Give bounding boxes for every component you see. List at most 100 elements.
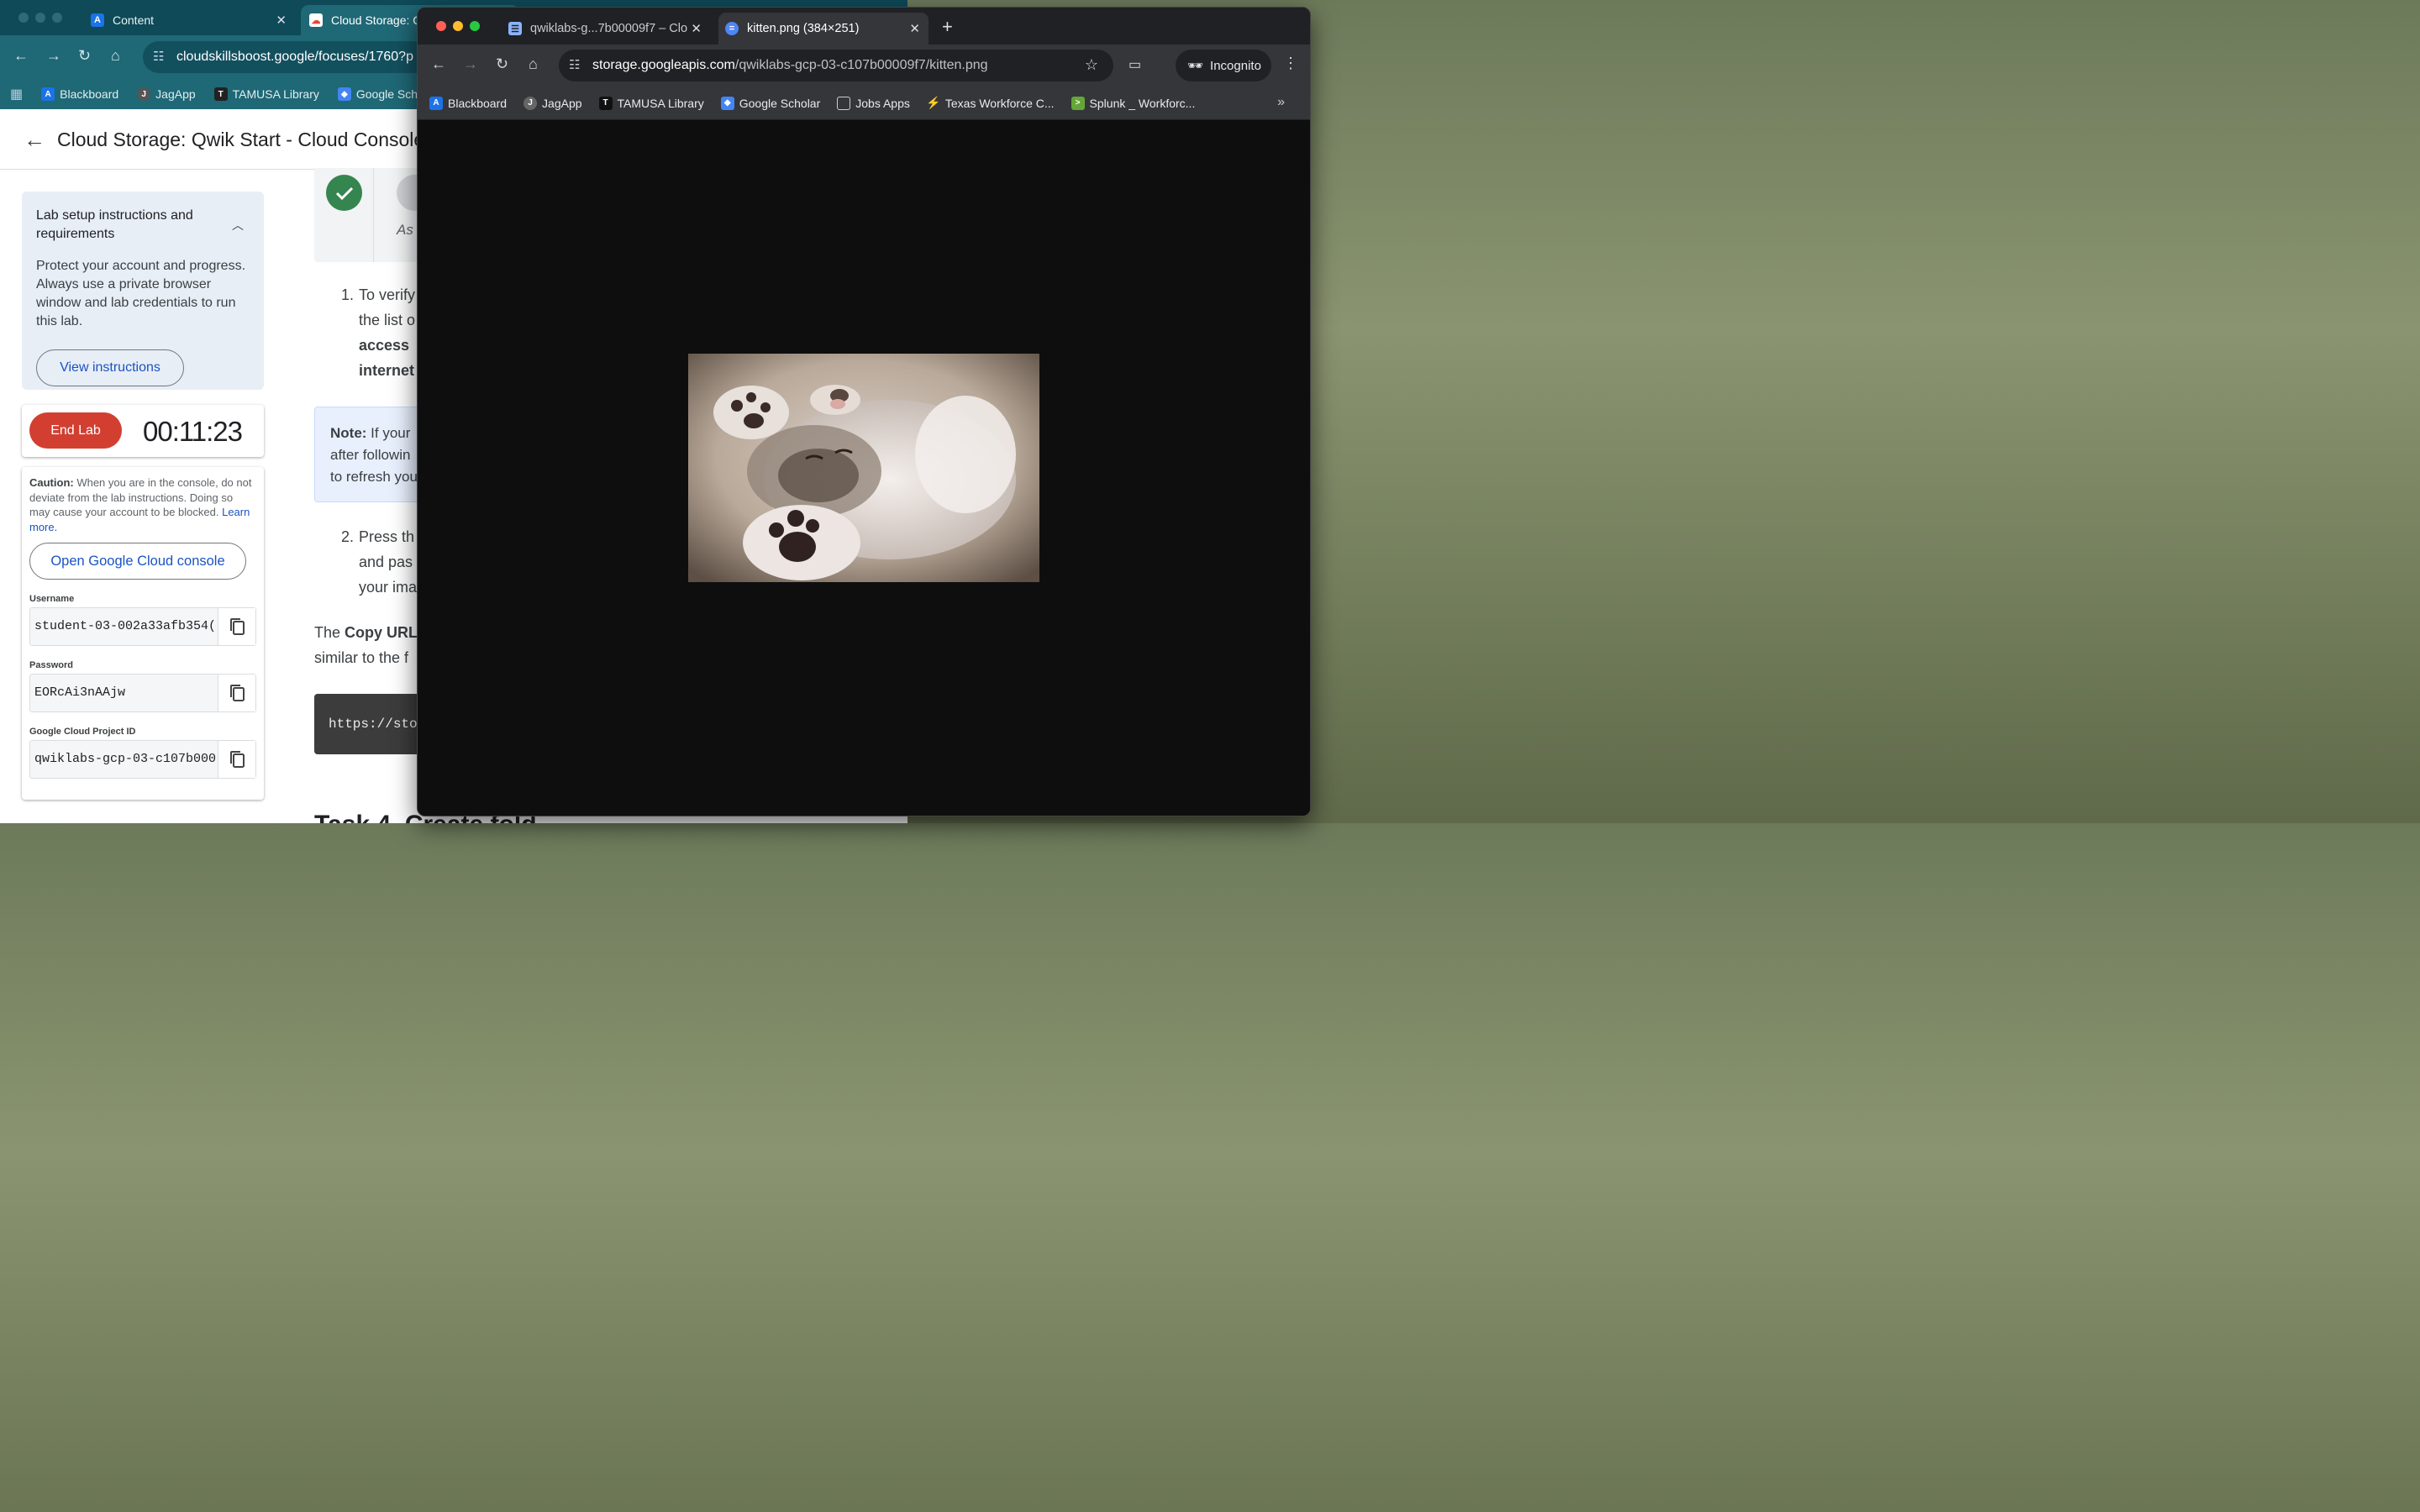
para-line: similar to the f <box>314 649 409 666</box>
close-tab-icon[interactable]: ✕ <box>276 13 287 28</box>
step-number: 1. <box>341 286 355 303</box>
bookmark-label: JagApp <box>155 87 196 101</box>
bookmark-label: Google Scholar <box>739 96 821 110</box>
step2-line: your ima <box>359 579 418 596</box>
copy-url-paragraph: The Copy URL similar to the f <box>314 620 418 670</box>
end-lab-button[interactable]: End Lab <box>29 412 122 449</box>
kebab-menu-icon[interactable]: ⋮ <box>1283 55 1298 72</box>
step-2: 2. Press th and pas your ima <box>338 524 417 600</box>
project-id-value[interactable]: qwiklabs-gcp-03-c107b000 <box>30 741 218 778</box>
copy-icon[interactable] <box>218 741 255 778</box>
bookmark-tamusa-library[interactable]: T TAMUSA Library <box>598 96 704 110</box>
view-instructions-button[interactable]: View instructions <box>36 349 184 386</box>
bookmark-jobs-apps[interactable]: Jobs Apps <box>837 96 910 110</box>
reload-icon[interactable]: ↻ <box>496 55 508 73</box>
step1-line: internet <box>359 362 415 379</box>
username-value[interactable]: student-03-002a33afb354( <box>30 608 218 645</box>
storage-bucket-icon: ☰ <box>508 22 522 35</box>
incognito-label: Incognito <box>1210 58 1261 73</box>
address-bar[interactable]: ☷ storage.googleapis.com/qwiklabs-gcp-03… <box>559 50 1113 81</box>
site-info-icon[interactable]: ☷ <box>569 57 580 72</box>
maximize-window-button[interactable] <box>470 21 480 31</box>
chevron-up-icon[interactable]: ︿ <box>232 217 244 234</box>
tab-label: Cloud Storage: Q <box>331 13 423 27</box>
bookmark-label: Texas Workforce C... <box>944 96 1055 110</box>
step-1: 1. To verify the list o access internet <box>338 282 415 383</box>
lab-sidebar: Lab setup instructions and requirements … <box>22 192 264 800</box>
minimize-window-button[interactable] <box>35 13 45 23</box>
setup-title: Lab setup instructions and requirements <box>36 208 193 241</box>
open-console-button[interactable]: Open Google Cloud console <box>29 543 246 580</box>
more-bookmarks-icon[interactable]: » <box>1277 95 1285 110</box>
home-icon[interactable]: ⌂ <box>529 55 538 73</box>
tab-content[interactable]: A Content ✕ <box>84 5 298 35</box>
image-file-icon: = <box>725 22 739 35</box>
password-label: Password <box>29 660 73 670</box>
close-window-button[interactable] <box>436 21 446 31</box>
new-tab-icon[interactable]: + <box>942 16 953 38</box>
folder-icon <box>837 96 851 110</box>
step1-line: the list o <box>359 312 416 328</box>
bookmark-jagapp[interactable]: J JagApp <box>523 96 582 110</box>
bookmark-label: Blackboard <box>448 96 508 110</box>
bookmark-label: TAMUSA Library <box>617 96 704 110</box>
bookmark-tamusa-library[interactable]: T TAMUSA Library <box>213 87 319 101</box>
reload-icon[interactable]: ↻ <box>78 47 91 65</box>
back-arrow-icon[interactable]: ← <box>13 47 29 65</box>
close-window-button[interactable] <box>18 13 29 23</box>
para-prefix: The <box>314 624 345 641</box>
lab-setup-card: Lab setup instructions and requirements … <box>22 192 264 390</box>
back-arrow-icon[interactable]: ← <box>431 55 446 73</box>
forward-arrow-icon[interactable]: → <box>46 47 61 65</box>
home-icon[interactable]: ⌂ <box>111 47 120 65</box>
bookmark-texas-workforce[interactable]: ⚡ Texas Workforce C... <box>926 96 1055 110</box>
tab-label: kitten.png (384×251) <box>747 22 860 35</box>
tab-kitten-png[interactable]: = kitten.png (384×251) ✕ <box>718 13 929 45</box>
bookmark-label: Splunk _ Workforc... <box>1089 96 1196 110</box>
incognito-indicator[interactable]: 🕶 Incognito <box>1176 50 1271 81</box>
password-field[interactable]: EORcAi3nAAjw <box>29 674 256 712</box>
maximize-window-button[interactable] <box>52 13 62 23</box>
bookmark-google-scholar[interactable]: ◆ Google Scholar <box>720 96 821 110</box>
bookmark-label: JagApp <box>542 96 582 110</box>
step1-line: access <box>359 337 410 354</box>
password-value[interactable]: EORcAi3nAAjw <box>30 675 218 711</box>
close-tab-icon[interactable]: ✕ <box>909 21 920 36</box>
scholar-icon: ◆ <box>337 87 351 101</box>
para-bold: Copy URL <box>345 624 418 641</box>
bookmark-blackboard[interactable]: A Blackboard <box>41 87 118 101</box>
close-tab-icon[interactable]: ✕ <box>691 21 702 36</box>
reading-mode-icon[interactable]: ▭ <box>1128 56 1141 73</box>
jagapp-icon: J <box>137 87 151 101</box>
copy-icon[interactable] <box>218 608 255 645</box>
bookmark-blackboard[interactable]: A Blackboard <box>429 96 508 110</box>
window-controls <box>18 13 62 23</box>
incognito-icon: 🕶 <box>1187 59 1204 73</box>
tab-label: Content <box>113 13 155 27</box>
tab-qwiklabs-bucket[interactable]: ☰ qwiklabs-g...7b00009f7 – Clo ✕ <box>502 13 710 45</box>
minimize-window-button[interactable] <box>453 21 463 31</box>
caution-label: Caution: <box>29 476 74 489</box>
step2-line: Press th <box>359 528 415 545</box>
project-id-field[interactable]: qwiklabs-gcp-03-c107b000 <box>29 740 256 779</box>
stepper-divider <box>373 168 374 262</box>
bookmark-jagapp[interactable]: J JagApp <box>137 87 196 101</box>
kitten-image <box>688 354 1039 582</box>
bookmark-star-icon[interactable]: ☆ <box>1085 56 1098 74</box>
tamusa-icon: T <box>213 87 228 101</box>
bookmark-splunk[interactable]: > Splunk _ Workforc... <box>1071 96 1196 110</box>
back-arrow-icon[interactable]: ← <box>24 127 45 153</box>
bookmarks-bar: A Blackboard J JagApp T TAMUSA Library ◆ Goo… <box>418 87 1310 120</box>
username-field[interactable]: student-03-002a33afb354( <box>29 607 256 646</box>
scholar-icon: ◆ <box>720 96 734 110</box>
window-controls <box>436 21 480 31</box>
site-info-icon[interactable]: ☷ <box>153 49 164 64</box>
note-line: If your <box>366 425 411 441</box>
tab-label: qwiklabs-g...7b00009f7 – Clo <box>530 22 688 35</box>
note-label: Note: <box>330 425 367 441</box>
lab-timer: 00:11:23 <box>142 416 243 447</box>
bookmark-google-scholar[interactable]: ◆ Google Sch <box>337 87 418 101</box>
apps-grid-icon[interactable]: ▦ <box>10 86 23 102</box>
forward-arrow-icon[interactable]: → <box>463 55 478 73</box>
copy-icon[interactable] <box>218 675 255 711</box>
